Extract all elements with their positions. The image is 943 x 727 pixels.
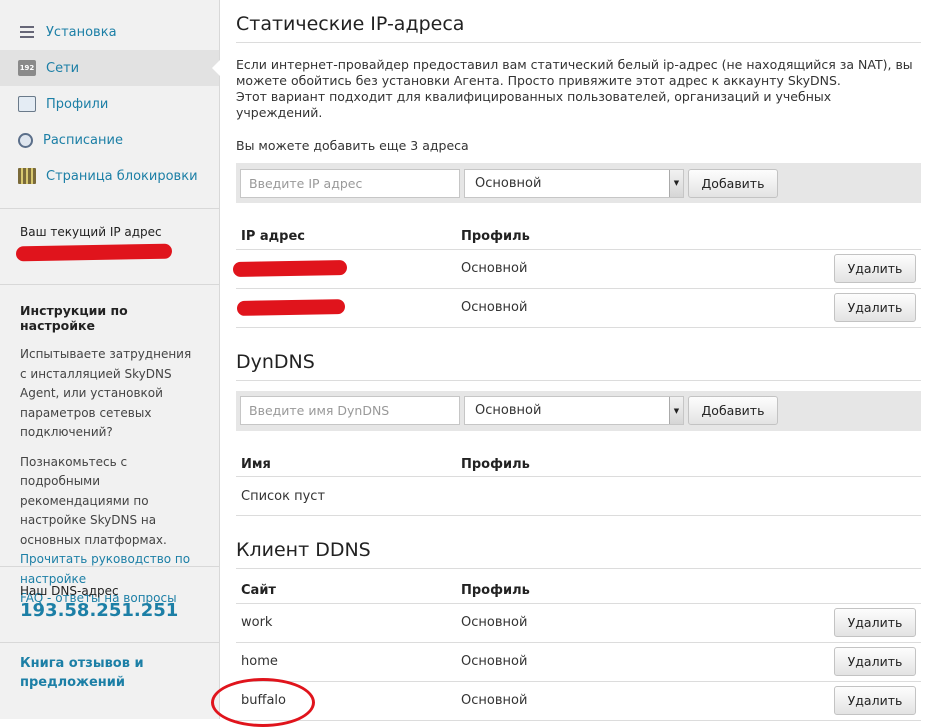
table-row: work Основной Удалить xyxy=(236,603,921,643)
ddns-title: Клиент DDNS xyxy=(236,516,921,569)
add-dyndns-button[interactable]: Добавить xyxy=(688,396,778,425)
row-profile: Основной xyxy=(456,642,671,682)
empty-message: Список пуст xyxy=(236,476,921,516)
description-line: Этот вариант подходит для квалифицирован… xyxy=(236,89,832,120)
table-header: IP адрес Профиль xyxy=(236,225,921,250)
profile-select[interactable]: Основной ▼ xyxy=(464,396,684,425)
dns-address: 193.58.251.251 xyxy=(20,600,179,621)
redaction-mark xyxy=(232,260,348,277)
clock-icon xyxy=(18,132,33,148)
row-profile: Основной xyxy=(456,288,671,328)
column-header: Сайт xyxy=(236,579,456,604)
blockpage-icon xyxy=(18,168,36,184)
select-value: Основной xyxy=(475,175,542,191)
instructions-title: Инструкции по настройке xyxy=(20,303,128,333)
table-row: buffalo Основной Удалить xyxy=(211,678,921,727)
table-row: home Основной Удалить xyxy=(236,642,921,682)
list-icon xyxy=(18,24,36,40)
sidebar-item-install[interactable]: Установка xyxy=(0,14,219,50)
chevron-down-icon: ▼ xyxy=(669,169,683,197)
static-ip-title: Статические IP-адреса xyxy=(236,0,921,43)
redaction-mark xyxy=(15,243,173,262)
instructions-text: Познакомьтесь с подробными рекомендациям… xyxy=(20,454,167,547)
delete-button[interactable]: Удалить xyxy=(834,608,916,637)
column-header: IP адрес xyxy=(236,225,456,250)
delete-button[interactable]: Удалить xyxy=(834,254,916,283)
sidebar-item-label: Сети xyxy=(46,60,80,76)
sidebar-item-label: Страница блокировки xyxy=(46,168,198,184)
network-icon: 192 xyxy=(18,60,36,76)
instructions-block: Инструкции по настройке Испытываете затр… xyxy=(0,284,219,605)
row-site: buffalo xyxy=(211,678,315,727)
sidebar: Установка 192 Сети Профили Расписание Ст… xyxy=(0,0,220,719)
dyndns-input[interactable] xyxy=(240,396,460,425)
select-value: Основной xyxy=(475,403,542,418)
feedback-link[interactable]: Книга отзывов и предложений xyxy=(20,656,144,690)
redaction-mark xyxy=(236,299,346,316)
sidebar-item-label: Профили xyxy=(46,96,109,112)
sidebar-item-profiles[interactable]: Профили xyxy=(0,86,219,122)
sidebar-nav: Установка 192 Сети Профили Расписание Ст… xyxy=(0,0,220,208)
delete-button[interactable]: Удалить xyxy=(834,686,916,715)
sidebar-item-label: Установка xyxy=(46,24,117,40)
feedback-block: Книга отзывов и предложений xyxy=(0,642,219,710)
static-ip-form: Основной ▼ Добавить xyxy=(236,163,921,203)
table-header: Сайт Профиль xyxy=(236,579,921,604)
sidebar-item-networks[interactable]: 192 Сети xyxy=(0,50,220,86)
column-header: Профиль xyxy=(456,225,671,250)
row-site: home xyxy=(236,642,456,682)
sidebar-item-label: Расписание xyxy=(43,132,123,148)
delete-button[interactable]: Удалить xyxy=(834,293,916,322)
sidebar-item-blockpage[interactable]: Страница блокировки xyxy=(0,158,219,194)
remaining-count: Вы можете добавить еще 3 адреса xyxy=(236,138,469,153)
column-header: Профиль xyxy=(456,452,869,477)
chevron-down-icon: ▼ xyxy=(669,397,683,424)
row-profile: Основной xyxy=(456,603,671,643)
static-ip-description: Если интернет-провайдер предоставил вам … xyxy=(236,57,921,121)
row-profile: Основной xyxy=(456,681,671,721)
static-ip-table: IP адрес Профиль Основной Удалить Основн… xyxy=(232,225,921,328)
column-header: Имя xyxy=(236,452,456,477)
instructions-text: Испытываете затруднения с инсталляцией S… xyxy=(20,347,192,439)
profile-select[interactable]: Основной ▼ xyxy=(464,168,684,198)
column-header: Профиль xyxy=(456,579,671,604)
table-row: Основной Удалить xyxy=(236,288,921,328)
row-site: work xyxy=(236,603,456,643)
current-ip-block: Ваш текущий IP адрес xyxy=(0,208,219,284)
row-profile: Основной xyxy=(456,249,671,289)
main-content: Статические IP-адреса Если интернет-пров… xyxy=(211,0,921,727)
ddns-table: Сайт Профиль work Основной Удалить home … xyxy=(211,579,921,727)
table-header: Имя Профиль xyxy=(236,452,921,477)
profile-icon xyxy=(18,96,36,112)
table-row: Список пуст xyxy=(236,476,921,516)
dyndns-title: DynDNS xyxy=(236,328,921,381)
dyndns-table: Имя Профиль Список пуст xyxy=(236,452,921,516)
sidebar-item-schedule[interactable]: Расписание xyxy=(0,122,219,158)
add-ip-button[interactable]: Добавить xyxy=(688,168,778,198)
dyndns-form: Основной ▼ Добавить xyxy=(236,390,921,431)
description-line: Если интернет-провайдер предоставил вам … xyxy=(236,57,913,88)
ip-input[interactable] xyxy=(240,168,460,198)
current-ip-label: Ваш текущий IP адрес xyxy=(20,225,162,239)
table-row: Основной Удалить xyxy=(232,249,921,289)
delete-button[interactable]: Удалить xyxy=(834,647,916,676)
